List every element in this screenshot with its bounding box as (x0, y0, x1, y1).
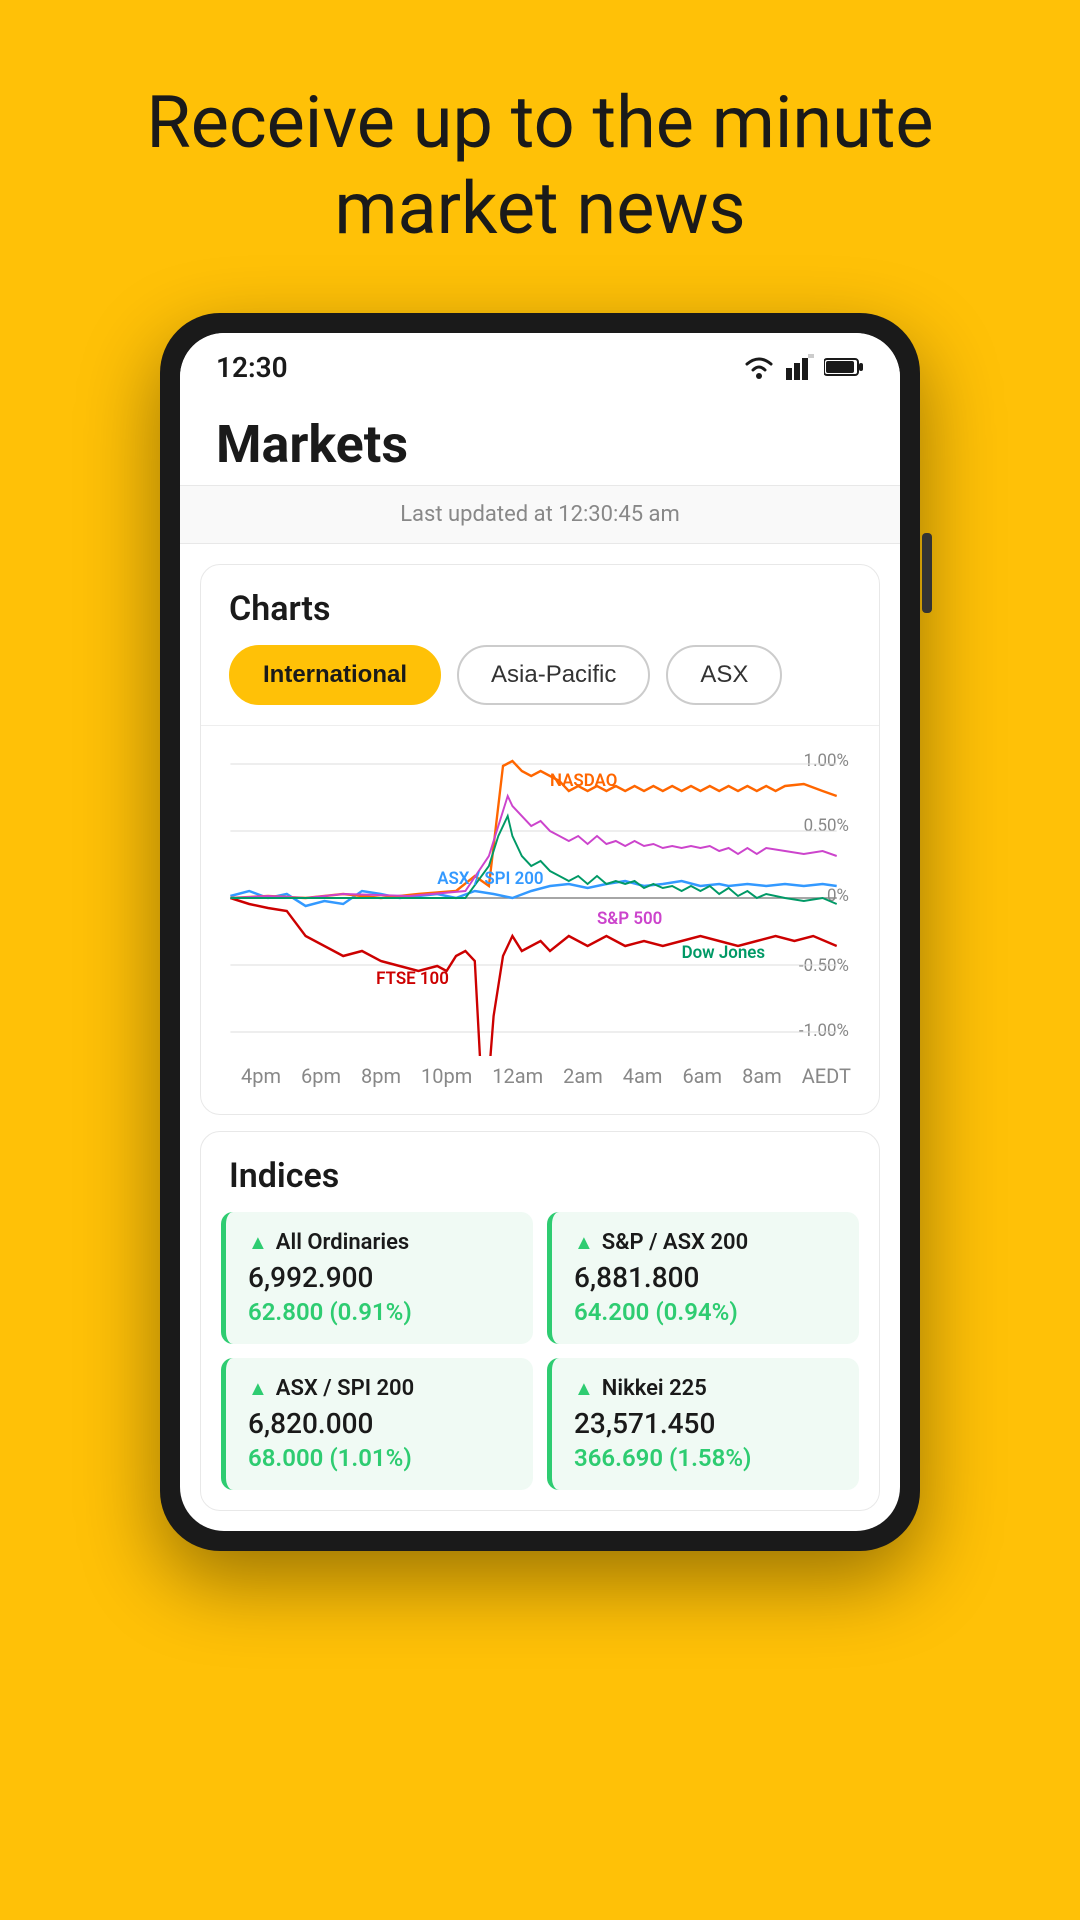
battery-icon (824, 356, 864, 378)
svg-text:-0.50%: -0.50% (799, 955, 849, 976)
svg-text:NASDAQ: NASDAQ (550, 770, 617, 791)
up-arrow-nikkei: ▲ (574, 1376, 594, 1401)
phone-screen: 12:30 (180, 333, 900, 1531)
last-updated-bar: Last updated at 12:30:45 am (180, 485, 900, 544)
x-label-4am: 4am (623, 1064, 663, 1088)
index-value-sp-asx: 6,881.800 (574, 1261, 841, 1294)
svg-text:ASX / SPI 200: ASX / SPI 200 (437, 868, 543, 889)
x-label-4pm: 4pm (241, 1064, 281, 1088)
wifi-icon (742, 354, 776, 380)
index-change-all-ord: 62.800 (0.91%) (248, 1298, 515, 1326)
svg-text:FTSE 100: FTSE 100 (376, 968, 449, 989)
tab-asx[interactable]: ASX (666, 645, 782, 705)
svg-text:S&P 500: S&P 500 (597, 908, 662, 929)
index-header-nikkei: ▲ Nikkei 225 (574, 1376, 841, 1401)
up-arrow-all-ord: ▲ (248, 1230, 268, 1255)
svg-text:-1.00%: -1.00% (799, 1020, 849, 1041)
index-name-sp-asx: S&P / ASX 200 (602, 1230, 748, 1255)
index-value-nikkei: 23,571.450 (574, 1407, 841, 1440)
x-label-10pm: 10pm (421, 1064, 472, 1088)
page-title: Markets (216, 414, 864, 475)
index-name-asx-spi: ASX / SPI 200 (276, 1376, 414, 1401)
status-icons (742, 354, 864, 380)
chart-x-labels: 4pm 6pm 8pm 10pm 12am 2am 4am 6am 8am AE… (221, 1056, 879, 1104)
up-arrow-asx-spi: ▲ (248, 1376, 268, 1401)
tab-asia-pacific[interactable]: Asia-Pacific (457, 645, 650, 705)
phone-mockup: 12:30 (160, 313, 920, 1551)
status-bar: 12:30 (180, 333, 900, 394)
index-name-all-ord: All Ordinaries (276, 1230, 409, 1255)
x-label-6am: 6am (682, 1064, 722, 1088)
index-change-asx-spi: 68.000 (1.01%) (248, 1444, 515, 1472)
x-label-8pm: 8pm (361, 1064, 401, 1088)
index-all-ordinaries: ▲ All Ordinaries 6,992.900 62.800 (0.91%… (221, 1212, 533, 1344)
x-label-aedt: AEDT (802, 1064, 851, 1088)
index-nikkei225: ▲ Nikkei 225 23,571.450 366.690 (1.58%) (547, 1358, 859, 1490)
status-time: 12:30 (216, 351, 288, 384)
svg-text:1.00%: 1.00% (804, 750, 850, 771)
index-name-nikkei: Nikkei 225 (602, 1376, 707, 1401)
svg-text:0.50%: 0.50% (804, 815, 850, 836)
svg-text:Dow Jones: Dow Jones (682, 942, 766, 963)
tab-international[interactable]: International (229, 645, 441, 705)
index-header-sp-asx: ▲ S&P / ASX 200 (574, 1230, 841, 1255)
index-header-asx-spi: ▲ ASX / SPI 200 (248, 1376, 515, 1401)
indices-card: Indices ▲ All Ordinaries 6,992.900 62.80… (200, 1131, 880, 1511)
index-value-all-ord: 6,992.900 (248, 1261, 515, 1294)
signal-icon (786, 354, 814, 380)
chart-svg: 1.00% 0.50% 0% -0.50% -1.00% (221, 736, 879, 1056)
up-arrow-sp-asx: ▲ (574, 1230, 594, 1255)
hero-text: Receive up to the minute market news (0, 0, 1080, 313)
index-sp-asx200: ▲ S&P / ASX 200 6,881.800 64.200 (0.94%) (547, 1212, 859, 1344)
index-change-nikkei: 366.690 (1.58%) (574, 1444, 841, 1472)
charts-title: Charts (201, 565, 879, 645)
index-change-sp-asx: 64.200 (0.94%) (574, 1298, 841, 1326)
index-header-all-ord: ▲ All Ordinaries (248, 1230, 515, 1255)
index-asx-spi200: ▲ ASX / SPI 200 6,820.000 68.000 (1.01%) (221, 1358, 533, 1490)
index-value-asx-spi: 6,820.000 (248, 1407, 515, 1440)
app-header: Markets (180, 394, 900, 485)
indices-title: Indices (201, 1132, 879, 1212)
x-label-2am: 2am (563, 1064, 603, 1088)
svg-text:0%: 0% (827, 885, 849, 906)
x-label-8am: 8am (742, 1064, 782, 1088)
x-label-6pm: 6pm (301, 1064, 341, 1088)
chart-area: 1.00% 0.50% 0% -0.50% -1.00% (201, 725, 879, 1114)
indices-grid: ▲ All Ordinaries 6,992.900 62.800 (0.91%… (201, 1212, 879, 1500)
chart-tab-row: International Asia-Pacific ASX (201, 645, 879, 725)
phone-side-button (922, 533, 932, 613)
x-label-12am: 12am (492, 1064, 543, 1088)
charts-card: Charts International Asia-Pacific ASX 1.… (200, 564, 880, 1115)
chart-svg-container: 1.00% 0.50% 0% -0.50% -1.00% (221, 736, 879, 1056)
